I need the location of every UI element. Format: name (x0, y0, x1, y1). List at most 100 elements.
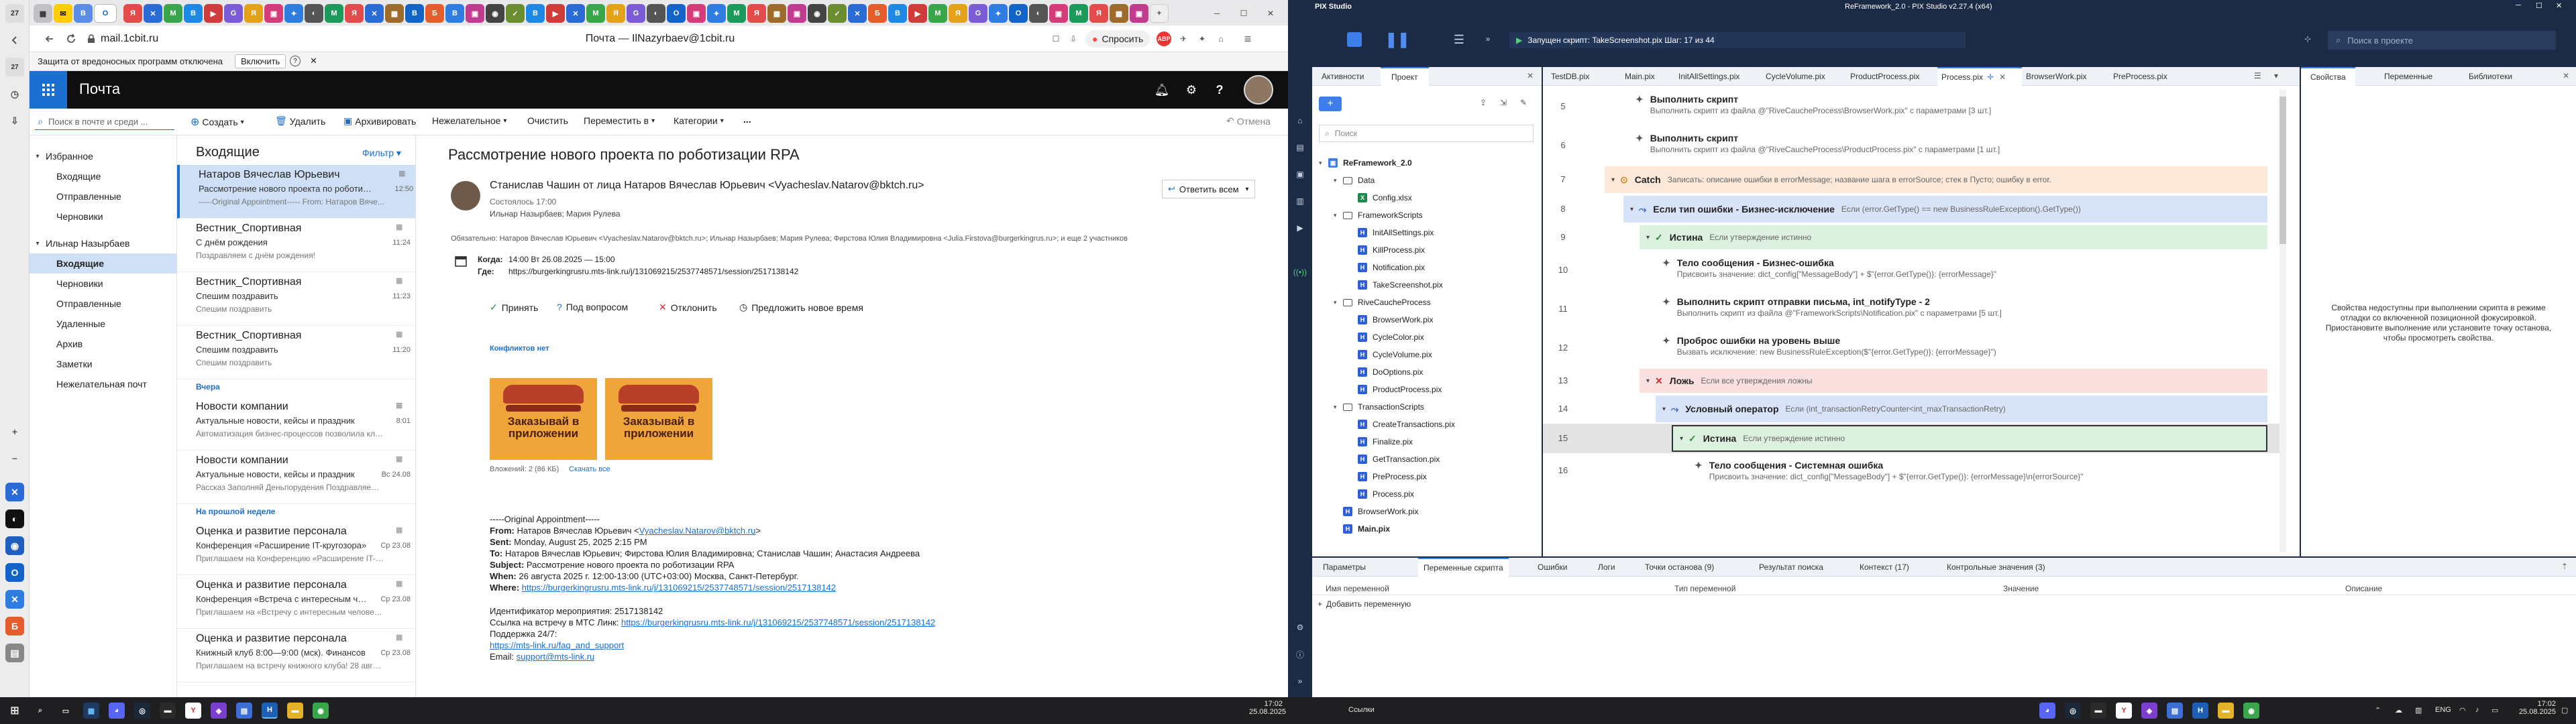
help-icon[interactable]: ? (1212, 82, 1228, 98)
message-item[interactable]: Вестник_Спортивная С днём рождения Поздрав… (177, 219, 416, 272)
folder-group[interactable]: ▾ Избранное (30, 146, 177, 166)
info-icon[interactable]: ⓘ (1293, 648, 1307, 661)
tab-item[interactable]: O (667, 4, 686, 23)
minimize-icon[interactable]: ─ (2516, 1, 2521, 9)
search-input[interactable]: Поиск в почте и среди ... (48, 117, 148, 127)
pix-icon[interactable]: H (2192, 703, 2208, 719)
mail-search[interactable]: ⌕ Поиск в почте и среди ... (35, 114, 174, 130)
list-icon[interactable]: ☰ (2254, 71, 2261, 80)
maximize-icon[interactable]: ☐ (1237, 7, 1250, 20)
col-value[interactable]: Значение (2003, 584, 2039, 593)
add-icon[interactable]: + (5, 422, 24, 441)
terminal-icon[interactable]: ▬ (2090, 703, 2106, 719)
tab-item[interactable]: ✓ (506, 4, 525, 23)
app-icon-1[interactable]: ✕ (5, 483, 24, 501)
tab-item-active[interactable]: O (94, 4, 117, 23)
chevron-down-icon[interactable]: ▾ (30, 240, 46, 247)
body-from-mail-link[interactable]: Vyacheslav.Natarov@bktch.ru (639, 526, 756, 536)
maximize-icon[interactable]: ☐ (2536, 1, 2542, 10)
visual-studio-icon[interactable]: ◈ (2141, 703, 2157, 719)
workflow-step[interactable]: ▾ ⤳ Если тип ошибки - Бизнес-исключение Есл… (1623, 196, 2267, 223)
tree-item[interactable]: H PreProcess.pix (1319, 468, 1534, 485)
home-icon[interactable]: ⌂ (1293, 114, 1307, 127)
junk-button[interactable]: Нежелательное ▾ (432, 115, 506, 126)
tree-item[interactable]: ▾ Data (1319, 172, 1534, 189)
project-search[interactable]: ⌕ Поиск в проекте (2328, 31, 2556, 50)
chevron-down-icon[interactable]: ▾ (1334, 212, 1343, 219)
reply-all-button[interactable]: ↩ Ответить всем ▾ (1162, 180, 1255, 198)
tab-item[interactable]: M (586, 4, 605, 23)
tab-item[interactable]: Я (1089, 4, 1108, 23)
tabs-counter[interactable]: 27 (5, 4, 24, 23)
workflow-step[interactable]: ✦ Проброс ошибки на уровень выше Вызвать и… (1656, 330, 2267, 366)
message-item[interactable]: Натаров Вячеслав Юрьевич Рассмотрение нов… (177, 165, 416, 219)
meeting-link[interactable]: https://burgerkingrusru.mts-link.ru/j/13… (621, 617, 935, 627)
editor-tab[interactable]: CycleVolume.pix (1762, 67, 1846, 86)
task-view-icon[interactable]: ▭ (58, 703, 74, 719)
folder-icon[interactable]: ▬ (2218, 703, 2234, 719)
tree-item[interactable]: H Notification.pix (1319, 259, 1534, 276)
editor-tab[interactable]: ProductProcess.pix (1846, 67, 1937, 86)
tree-item[interactable]: H CycleVolume.pix (1319, 346, 1534, 363)
chevron-down-icon[interactable]: ▾ (1630, 206, 1633, 213)
menu-icon[interactable]: ≡ (1241, 32, 1254, 46)
avatar[interactable] (1244, 75, 1273, 105)
reload-icon[interactable] (64, 32, 78, 46)
folder-item[interactable]: Удаленные (30, 314, 177, 334)
attachment-image-1[interactable]: Заказывай в приложении (490, 378, 597, 460)
create-button[interactable]: ⊕ Создать ▾ (191, 115, 244, 129)
folder-item[interactable]: Входящие (30, 166, 177, 186)
tab-item[interactable]: ▶ (546, 4, 565, 23)
tree-item[interactable]: H CreateTransactions.pix (1319, 416, 1534, 433)
tree-item[interactable]: H KillProcess.pix (1319, 241, 1534, 259)
chevron-down-icon[interactable]: ▾ (1646, 377, 1650, 385)
address-input[interactable]: mail.1cbit.ru (101, 33, 158, 45)
ask-button[interactable]: ● Спросить (1085, 30, 1150, 48)
links-toolbar[interactable]: Ссылки (1348, 706, 1375, 714)
help-icon[interactable]: ? (290, 56, 301, 66)
tree-item[interactable]: H InitAllSettings.pix (1319, 224, 1534, 241)
tab-item[interactable]: B (888, 4, 907, 23)
workflow-step[interactable]: ✦ Тело сообщения - Бизнес-ошибка Присвоить… (1656, 252, 2267, 288)
import-icon[interactable]: ⇲ (1500, 98, 1507, 107)
download-icon[interactable]: ⇩ (5, 111, 24, 130)
save-icon[interactable]: ▣ (1293, 168, 1307, 181)
tab-item[interactable]: ▣ (788, 4, 806, 23)
workflow-step[interactable]: ✦ Выполнить скрипт отправки письма, int_n… (1656, 291, 2267, 327)
tab-item[interactable]: ▦ (34, 4, 52, 23)
stop-button[interactable] (1347, 32, 1362, 47)
discord-icon[interactable]: ◕ (2039, 703, 2055, 719)
chevron-down-icon[interactable]: ▾ (1334, 177, 1343, 184)
close-icon[interactable]: ✕ (1264, 7, 1277, 20)
editor-tab[interactable]: InitAllSettings.pix (1674, 67, 1762, 86)
back-icon[interactable] (43, 32, 56, 46)
pix-icon[interactable]: H (262, 703, 278, 719)
tree-item[interactable]: X Config.xlsx (1319, 189, 1534, 206)
folder-item[interactable]: Отправленные (30, 186, 177, 206)
download-all-link[interactable]: Скачать все (569, 465, 610, 473)
volume-icon[interactable]: ♪ (2475, 706, 2479, 714)
editor-tab[interactable]: TestDB.pix (1547, 67, 1621, 86)
tab-item[interactable]: Я (606, 4, 625, 23)
wifi-icon[interactable]: ◠ (2459, 706, 2466, 715)
minus-icon[interactable]: − (5, 449, 24, 468)
message-item[interactable]: Оценка и развитие персонала Конференция «… (177, 575, 416, 629)
bottom-tab[interactable]: Параметры (1318, 558, 1371, 577)
app-icon-7[interactable]: ▤ (5, 644, 24, 662)
bookmark-icon[interactable]: ☐ (1049, 32, 1063, 46)
tree-item[interactable]: H DoOptions.pix (1319, 363, 1534, 381)
tab-item[interactable]: M (325, 4, 343, 23)
editor-tab[interactable]: Main.pix (1621, 67, 1674, 86)
filter-button[interactable]: Фильтр ▾ (362, 147, 401, 159)
tab-item[interactable]: Я (123, 4, 142, 23)
wrench-icon[interactable]: ✎ (1520, 98, 1527, 107)
tab-item[interactable]: ▣ (1049, 4, 1068, 23)
tree-item[interactable]: ▾ TransactionScripts (1319, 398, 1534, 416)
start-icon[interactable]: ⊞ (7, 703, 23, 719)
tab-item[interactable]: ◐ (1029, 4, 1048, 23)
tree-search[interactable]: ⌕ Поиск (1319, 125, 1534, 142)
bottom-tab[interactable]: Результат поиска (1754, 558, 1829, 577)
tab-item[interactable]: ✉ (54, 4, 72, 23)
workflow-step[interactable]: ▾ ⊙ Catch Записать: описание ошибки в error… (1605, 166, 2267, 193)
windows-icon[interactable]: ▦ (83, 703, 99, 719)
